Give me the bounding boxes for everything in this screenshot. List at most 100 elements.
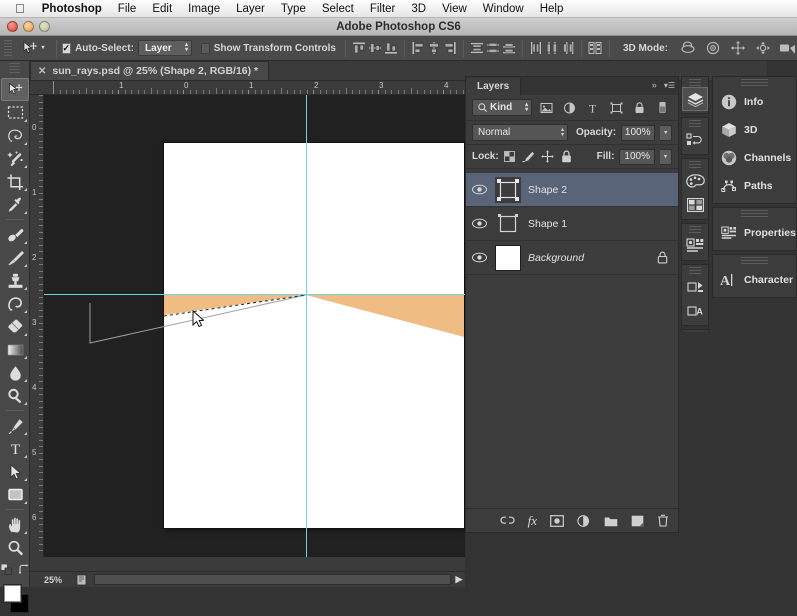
menu-item-file[interactable]: File	[110, 0, 145, 18]
panel-menu-icon[interactable]: ▾☰	[664, 81, 675, 90]
quick-selection-tool[interactable]	[1, 147, 29, 170]
dock-group-grip[interactable]	[741, 210, 768, 217]
eyedropper-tool[interactable]	[1, 193, 29, 216]
align-vertical-centers-button[interactable]	[368, 40, 382, 57]
distribute-vertical-centers-button[interactable]	[486, 40, 500, 57]
dock-item-channels[interactable]: Channels	[713, 144, 796, 172]
lock-image-pixels-icon[interactable]	[522, 151, 534, 162]
rotate-3d-object-icon[interactable]	[679, 40, 696, 57]
layer-row-shape-2[interactable]: Shape 2	[466, 173, 678, 207]
dock-group-grip[interactable]	[741, 257, 768, 264]
swatches-panel-icon[interactable]	[682, 193, 708, 217]
horizontal-type-tool[interactable]: T	[1, 437, 29, 460]
dock-item-3d[interactable]: 3D	[713, 116, 796, 144]
vector-mask-thumbnail[interactable]	[495, 176, 521, 203]
menu-item-type[interactable]: Type	[273, 0, 314, 18]
delete-layer-icon[interactable]	[657, 514, 669, 527]
add-layer-style-icon[interactable]: fx	[528, 513, 537, 529]
crop-tool[interactable]	[1, 170, 29, 193]
scroll-right-arrow[interactable]: ▶	[453, 574, 465, 585]
lock-transparent-pixels-icon[interactable]	[503, 151, 515, 162]
layer-filter-kind-dropdown[interactable]: Kind ▴ ▾	[472, 99, 533, 116]
layer-row-background[interactable]: Background	[466, 241, 678, 275]
filter-enable-toggle[interactable]	[654, 99, 672, 116]
align-horizontal-centers-button[interactable]	[427, 40, 441, 57]
vector-mask-thumbnail[interactable]	[495, 210, 521, 237]
align-top-edges-button[interactable]	[352, 40, 366, 57]
opacity-stepper[interactable]: ▾	[660, 124, 672, 141]
filter-pixel-layers-icon[interactable]	[537, 99, 555, 116]
white-fill-thumbnail[interactable]	[495, 244, 521, 271]
align-bottom-edges-button[interactable]	[384, 40, 398, 57]
paragraph-styles-panel-icon[interactable]: A	[682, 299, 708, 323]
fill-field[interactable]: 100%	[619, 148, 655, 165]
zoom-level-field[interactable]: 25%	[30, 575, 76, 585]
roll-3d-object-icon[interactable]	[704, 40, 721, 57]
document-info-icon[interactable]	[76, 574, 88, 586]
spot-healing-brush-tool[interactable]	[1, 223, 29, 246]
layer-comps-panel-icon[interactable]	[682, 275, 708, 299]
filter-smart-objects-icon[interactable]	[630, 99, 648, 116]
align-right-edges-button[interactable]	[443, 40, 457, 57]
dodge-tool[interactable]	[1, 384, 29, 407]
dock-item-info[interactable]: Info	[713, 88, 796, 116]
color-panel-icon[interactable]	[682, 169, 708, 193]
show-transform-controls-checkbox[interactable]	[201, 42, 210, 54]
apple-logo-icon[interactable]: 	[6, 0, 34, 18]
new-adjustment-layer-icon[interactable]	[577, 514, 591, 527]
horizontal-guide[interactable]	[44, 294, 465, 295]
menu-item-layer[interactable]: Layer	[228, 0, 273, 18]
menu-item-image[interactable]: Image	[180, 0, 228, 18]
layer-name[interactable]: Background	[528, 252, 650, 264]
vertical-guide[interactable]	[306, 95, 307, 573]
blend-mode-dropdown[interactable]: Normal ▴ ▾	[472, 124, 569, 141]
new-layer-icon[interactable]	[631, 515, 644, 527]
fill-stepper[interactable]: ▾	[660, 148, 672, 165]
close-icon[interactable]: ✕	[38, 66, 46, 77]
default-foreground-background-colors-icon[interactable]	[0, 564, 12, 575]
dock-item-character[interactable]: A Character	[713, 266, 796, 294]
layer-visibility-toggle[interactable]	[470, 218, 488, 229]
dock-group-grip[interactable]	[741, 79, 768, 86]
horizontal-scrollbar[interactable]	[30, 557, 465, 571]
dock-group-grip[interactable]	[689, 226, 701, 233]
layer-name[interactable]: Shape 2	[528, 184, 678, 196]
distribute-right-edges-button[interactable]	[561, 40, 575, 57]
dock-group-grip[interactable]	[689, 120, 701, 127]
move-tool[interactable]	[1, 78, 29, 101]
swap-foreground-background-colors-icon[interactable]	[18, 564, 29, 575]
distribute-left-edges-button[interactable]	[529, 40, 543, 57]
tool-preset-picker[interactable]: ▾	[15, 40, 51, 56]
zoom-tool[interactable]	[1, 536, 29, 559]
dock-item-properties[interactable]: Properties	[713, 219, 796, 247]
tab-layers[interactable]: Layers	[466, 78, 522, 95]
distribute-top-edges-button[interactable]	[470, 40, 484, 57]
menu-item-window[interactable]: Window	[475, 0, 532, 18]
history-brush-tool[interactable]	[1, 292, 29, 315]
gradient-tool[interactable]	[1, 338, 29, 361]
dock-group-grip[interactable]	[689, 79, 701, 86]
auto-select-checkbox[interactable]: ✓	[61, 42, 72, 54]
dock-item-paths[interactable]: Paths	[713, 172, 796, 200]
filter-shape-layers-icon[interactable]	[607, 99, 625, 116]
menu-item-edit[interactable]: Edit	[144, 0, 180, 18]
layer-visibility-toggle[interactable]	[470, 184, 488, 195]
horizontal-ruler[interactable]: 1 0 1 2 3 4	[30, 81, 465, 95]
menu-item-3d[interactable]: 3D	[403, 0, 434, 18]
hand-tool[interactable]	[1, 513, 29, 536]
history-panel-icon[interactable]	[682, 128, 708, 152]
brush-tool[interactable]	[1, 246, 29, 269]
lock-all-icon[interactable]	[561, 150, 572, 163]
auto-select-scope-dropdown[interactable]: Layer ▴ ▾	[137, 40, 192, 56]
eraser-tool[interactable]	[1, 315, 29, 338]
menu-item-select[interactable]: Select	[314, 0, 362, 18]
pen-tool[interactable]	[1, 414, 29, 437]
dock-group-grip[interactable]	[689, 161, 701, 168]
path-selection-tool[interactable]	[1, 460, 29, 483]
new-group-icon[interactable]	[604, 515, 618, 527]
distribute-horizontal-centers-button[interactable]	[545, 40, 559, 57]
opacity-field[interactable]: 100%	[621, 124, 656, 141]
dock-group-grip[interactable]	[689, 267, 701, 274]
slide-3d-object-icon[interactable]	[754, 40, 771, 57]
filter-adjustment-layers-icon[interactable]	[560, 99, 578, 116]
